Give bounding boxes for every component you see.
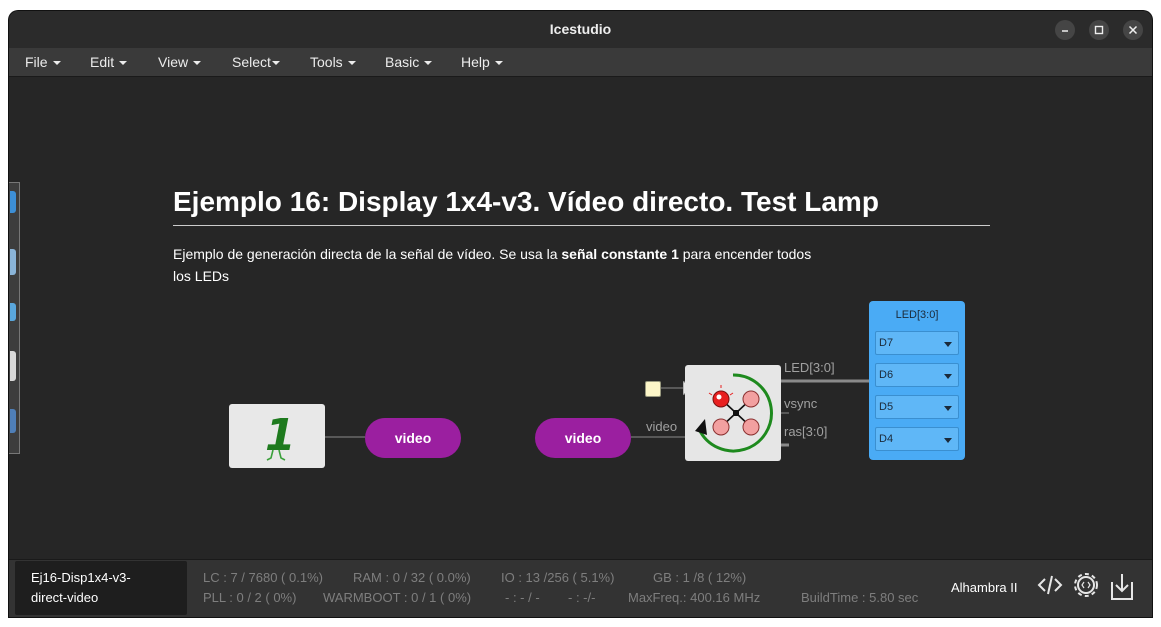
stat-warmboot: WARMBOOT : 0 / 1 ( 0%) [323,590,472,605]
pin-select-d4[interactable]: D4 [875,427,959,451]
pin-select-label: D4 [879,433,894,445]
parameter-block[interactable] [645,381,661,397]
chevron-down-icon [424,61,433,66]
chevron-down-icon [271,61,280,66]
stat-gb: GB : 1 /8 ( 12%) [653,570,747,585]
menu-file[interactable]: File [25,54,61,70]
menu-edit-label: Edit [90,54,115,70]
stat-pll: PLL : 0 / 2 ( 0%) [203,590,297,605]
wires-layer [325,379,869,447]
menu-tools[interactable]: Tools [310,54,356,70]
pin-select-d7[interactable]: D7 [875,331,959,355]
port-label-vsync: vsync [784,396,818,411]
led-block-title: LED[3:0] [895,309,939,321]
pin-select-d6[interactable]: D6 [875,363,959,387]
upload-download-icon[interactable] [1109,572,1135,602]
port-label-led: LED[3:0] [784,360,835,375]
menu-select[interactable]: Select [232,54,280,70]
menu-view-label: View [158,54,189,70]
minimize-button[interactable] [1055,20,1075,40]
menu-help[interactable]: Help [461,54,503,70]
maximize-icon [1094,25,1104,35]
project-name-line2: direct-video [31,590,99,605]
stat-maxfreq: MaxFreq.: 400.16 MHz [628,590,761,605]
stat-ram: RAM : 0 / 32 ( 0.0%) [353,570,471,585]
stat-placeholder: - : - / - [505,590,540,605]
menu-basic-label: Basic [385,54,420,70]
test-lamp-module[interactable] [685,365,781,461]
constant-block[interactable]: 1 [229,404,325,468]
menu-view[interactable]: View [158,54,202,70]
pin-select-d5[interactable]: D5 [875,395,959,419]
menu-tools-label: Tools [310,54,343,70]
verify-code-icon[interactable] [1037,572,1063,598]
design-canvas[interactable]: Ejemplo 16: Display 1x4-v3. Vídeo direct… [9,77,1152,559]
menu-basic[interactable]: Basic [385,54,433,70]
chevron-down-icon [944,374,952,379]
board-selector[interactable]: Alhambra II [951,580,1017,595]
close-icon [1128,25,1138,35]
chevron-down-icon [944,438,952,443]
app-window: Icestudio File Edit View Select Tools Ba… [9,11,1152,617]
video-output-label[interactable]: video [365,418,461,458]
close-button[interactable] [1123,20,1143,40]
stat-placeholder: - : -/- [568,590,596,605]
pin-select-label: D6 [879,369,894,381]
video-lamp-icon [695,373,773,453]
project-name-line1: Ej16-Disp1x4-v3- [31,570,131,585]
menu-edit[interactable]: Edit [90,54,128,70]
chevron-down-icon [944,342,952,347]
menu-file-label: File [25,54,48,70]
pin-select-label: D5 [879,401,894,413]
wire-label-video: video [646,419,678,434]
chevron-down-icon [494,61,503,66]
minimize-icon [1062,30,1068,32]
window-title: Icestudio [549,21,612,37]
constant-one-icon: 1 [265,410,296,461]
stat-buildtime: BuildTime : 5.80 sec [801,590,919,605]
menu-help-label: Help [461,54,490,70]
build-gear-icon[interactable] [1073,572,1099,598]
menu-select-label: Select [232,54,271,70]
port-label-ras: ras[3:0] [784,424,828,439]
chevron-down-icon [347,61,356,66]
stat-io: IO : 13 /256 ( 5.1%) [501,570,615,585]
project-tab[interactable]: Ej16-Disp1x4-v3- direct-video [15,561,187,615]
chevron-down-icon [193,61,202,66]
led-output-block[interactable]: LED[3:0] D7 D6 D5 D4 [869,301,965,460]
chevron-down-icon [944,406,952,411]
chevron-down-icon [52,61,61,66]
video-input-label[interactable]: video [535,418,631,458]
pin-select-label: D7 [879,337,894,349]
title-bar: Icestudio [9,11,1152,48]
maximize-button[interactable] [1089,20,1109,40]
status-bar: Ej16-Disp1x4-v3- direct-video LC : 7 / 7… [9,559,1152,617]
chevron-down-icon [119,61,128,66]
stat-lc: LC : 7 / 7680 ( 0.1%) [203,570,323,585]
menu-bar: File Edit View Select Tools Basic Help [9,48,1152,77]
